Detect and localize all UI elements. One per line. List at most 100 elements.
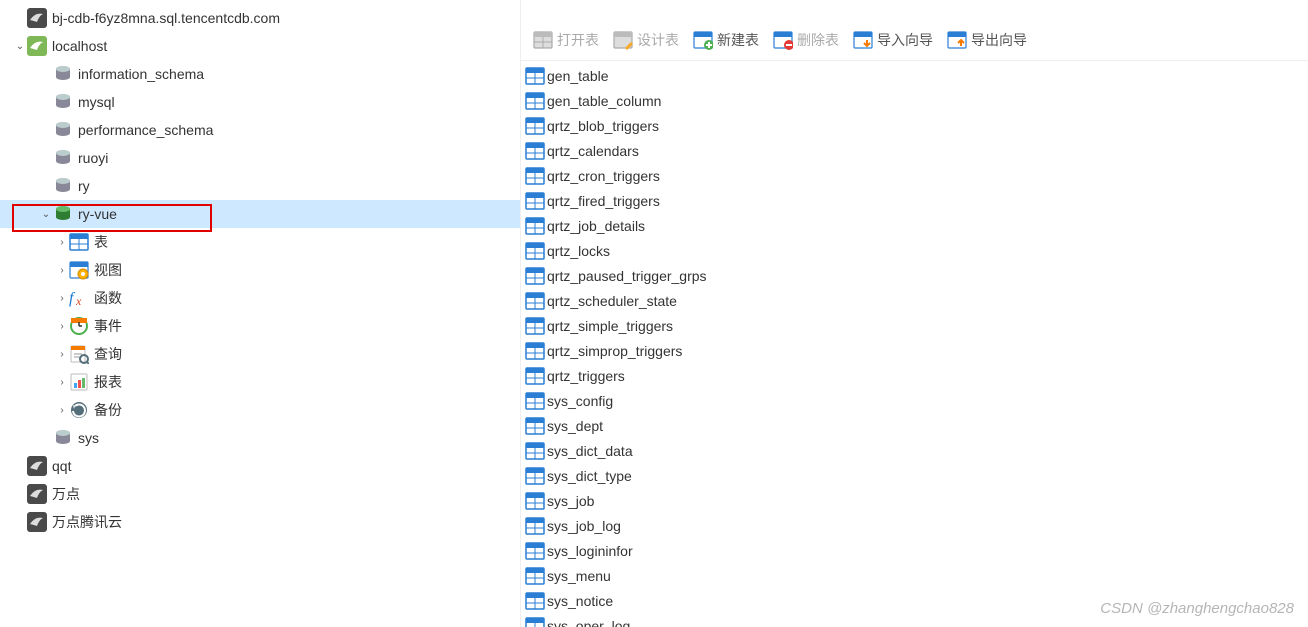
chevron-right-icon: › <box>56 265 68 276</box>
table-name: qrtz_triggers <box>547 368 625 384</box>
table-row[interactable]: sys_dict_data <box>521 438 1308 463</box>
delete-table-button[interactable]: 删除表 <box>769 28 843 52</box>
button-label: 导入向导 <box>877 30 933 50</box>
table-icon <box>525 491 545 511</box>
table-row[interactable]: gen_table <box>521 63 1308 88</box>
connection-tree: bj-cdb-f6yz8mna.sql.tencentcdb.com ⌄ loc… <box>0 0 520 627</box>
table-row[interactable]: sys_job <box>521 488 1308 513</box>
table-row[interactable]: qrtz_fired_triggers <box>521 188 1308 213</box>
design-table-icon <box>613 30 633 50</box>
table-row[interactable]: qrtz_triggers <box>521 363 1308 388</box>
table-icon <box>525 91 545 111</box>
database-label: ry <box>78 178 90 194</box>
table-name: gen_table_column <box>547 93 661 109</box>
table-row[interactable]: sys_job_log <box>521 513 1308 538</box>
node-tables[interactable]: › 表 <box>0 228 520 256</box>
node-views[interactable]: › 视图 <box>0 256 520 284</box>
db-information-schema[interactable]: information_schema <box>0 60 520 88</box>
table-name: sys_config <box>547 393 613 409</box>
node-label: 报表 <box>94 372 122 392</box>
connection-qqt[interactable]: qqt <box>0 452 520 480</box>
table-row[interactable]: sys_config <box>521 388 1308 413</box>
node-queries[interactable]: › 查询 <box>0 340 520 368</box>
table-row[interactable]: qrtz_paused_trigger_grps <box>521 263 1308 288</box>
export-icon <box>947 30 967 50</box>
table-icon <box>525 566 545 586</box>
table-row[interactable]: sys_dept <box>521 413 1308 438</box>
table-list[interactable]: gen_table gen_table_column qrtz_blob_trigg… <box>521 61 1308 627</box>
open-table-button[interactable]: 打开表 <box>529 28 603 52</box>
toolbar: 打开表 设计表 新建表 删除表 导入向导 导出向导 <box>521 22 1308 61</box>
table-row[interactable]: qrtz_cron_triggers <box>521 163 1308 188</box>
table-row[interactable]: qrtz_blob_triggers <box>521 113 1308 138</box>
database-icon <box>52 427 74 449</box>
open-table-icon <box>533 30 553 50</box>
node-label: 视图 <box>94 260 122 280</box>
table-name: sys_notice <box>547 593 613 609</box>
db-ry-vue[interactable]: ⌄ ry-vue <box>0 200 520 228</box>
database-label: sys <box>78 430 99 446</box>
node-label: 事件 <box>94 316 122 336</box>
table-row[interactable]: sys_notice <box>521 588 1308 613</box>
table-name: qrtz_fired_triggers <box>547 193 660 209</box>
node-reports[interactable]: › 报表 <box>0 368 520 396</box>
new-table-icon <box>693 30 713 50</box>
connection-localhost[interactable]: ⌄ localhost <box>0 32 520 60</box>
table-name: qrtz_scheduler_state <box>547 293 677 309</box>
table-name: qrtz_locks <box>547 243 610 259</box>
table-icon <box>525 341 545 361</box>
connection-remote[interactable]: bj-cdb-f6yz8mna.sql.tencentcdb.com <box>0 4 520 32</box>
mysql-icon <box>26 35 48 57</box>
db-ry[interactable]: ry <box>0 172 520 200</box>
table-icon <box>525 241 545 261</box>
design-table-button[interactable]: 设计表 <box>609 28 683 52</box>
table-row[interactable]: qrtz_scheduler_state <box>521 288 1308 313</box>
import-wizard-button[interactable]: 导入向导 <box>849 28 937 52</box>
table-row[interactable]: qrtz_simple_triggers <box>521 313 1308 338</box>
table-name: sys_logininfor <box>547 543 633 559</box>
mysql-dark-icon <box>26 511 48 533</box>
db-ruoyi[interactable]: ruoyi <box>0 144 520 172</box>
table-row[interactable]: sys_logininfor <box>521 538 1308 563</box>
table-name: qrtz_blob_triggers <box>547 118 659 134</box>
table-row[interactable]: qrtz_locks <box>521 238 1308 263</box>
table-row[interactable]: qrtz_calendars <box>521 138 1308 163</box>
node-label: 查询 <box>94 344 122 364</box>
database-label: mysql <box>78 94 115 110</box>
connection-wandian-cloud[interactable]: 万点腾讯云 <box>0 508 520 536</box>
db-mysql[interactable]: mysql <box>0 88 520 116</box>
table-name: qrtz_simple_triggers <box>547 318 673 334</box>
table-icon <box>525 616 545 627</box>
table-icon <box>525 366 545 386</box>
db-sys[interactable]: sys <box>0 424 520 452</box>
db-performance-schema[interactable]: performance_schema <box>0 116 520 144</box>
database-label: information_schema <box>78 66 204 82</box>
table-row[interactable]: qrtz_simprop_triggers <box>521 338 1308 363</box>
node-backup[interactable]: › 备份 <box>0 396 520 424</box>
table-name: sys_dict_type <box>547 468 632 484</box>
table-icon <box>525 291 545 311</box>
mysql-dark-icon <box>26 7 48 29</box>
table-row[interactable]: qrtz_job_details <box>521 213 1308 238</box>
export-wizard-button[interactable]: 导出向导 <box>943 28 1031 52</box>
table-name: sys_oper_log <box>547 618 630 627</box>
chevron-right-icon: › <box>56 405 68 416</box>
database-open-icon <box>52 203 74 225</box>
button-label: 新建表 <box>717 30 759 50</box>
table-row[interactable]: sys_menu <box>521 563 1308 588</box>
connection-label: 万点腾讯云 <box>52 512 122 532</box>
function-icon <box>68 287 90 309</box>
connection-label: localhost <box>52 38 107 54</box>
database-label: ry-vue <box>78 206 117 222</box>
connection-wandian[interactable]: 万点 <box>0 480 520 508</box>
table-name: gen_table <box>547 68 609 84</box>
table-icon <box>525 416 545 436</box>
node-functions[interactable]: › 函数 <box>0 284 520 312</box>
table-row[interactable]: sys_dict_type <box>521 463 1308 488</box>
node-events[interactable]: › 事件 <box>0 312 520 340</box>
new-table-button[interactable]: 新建表 <box>689 28 763 52</box>
chevron-right-icon: › <box>56 349 68 360</box>
table-icon <box>525 441 545 461</box>
table-row[interactable]: sys_oper_log <box>521 613 1308 627</box>
table-row[interactable]: gen_table_column <box>521 88 1308 113</box>
